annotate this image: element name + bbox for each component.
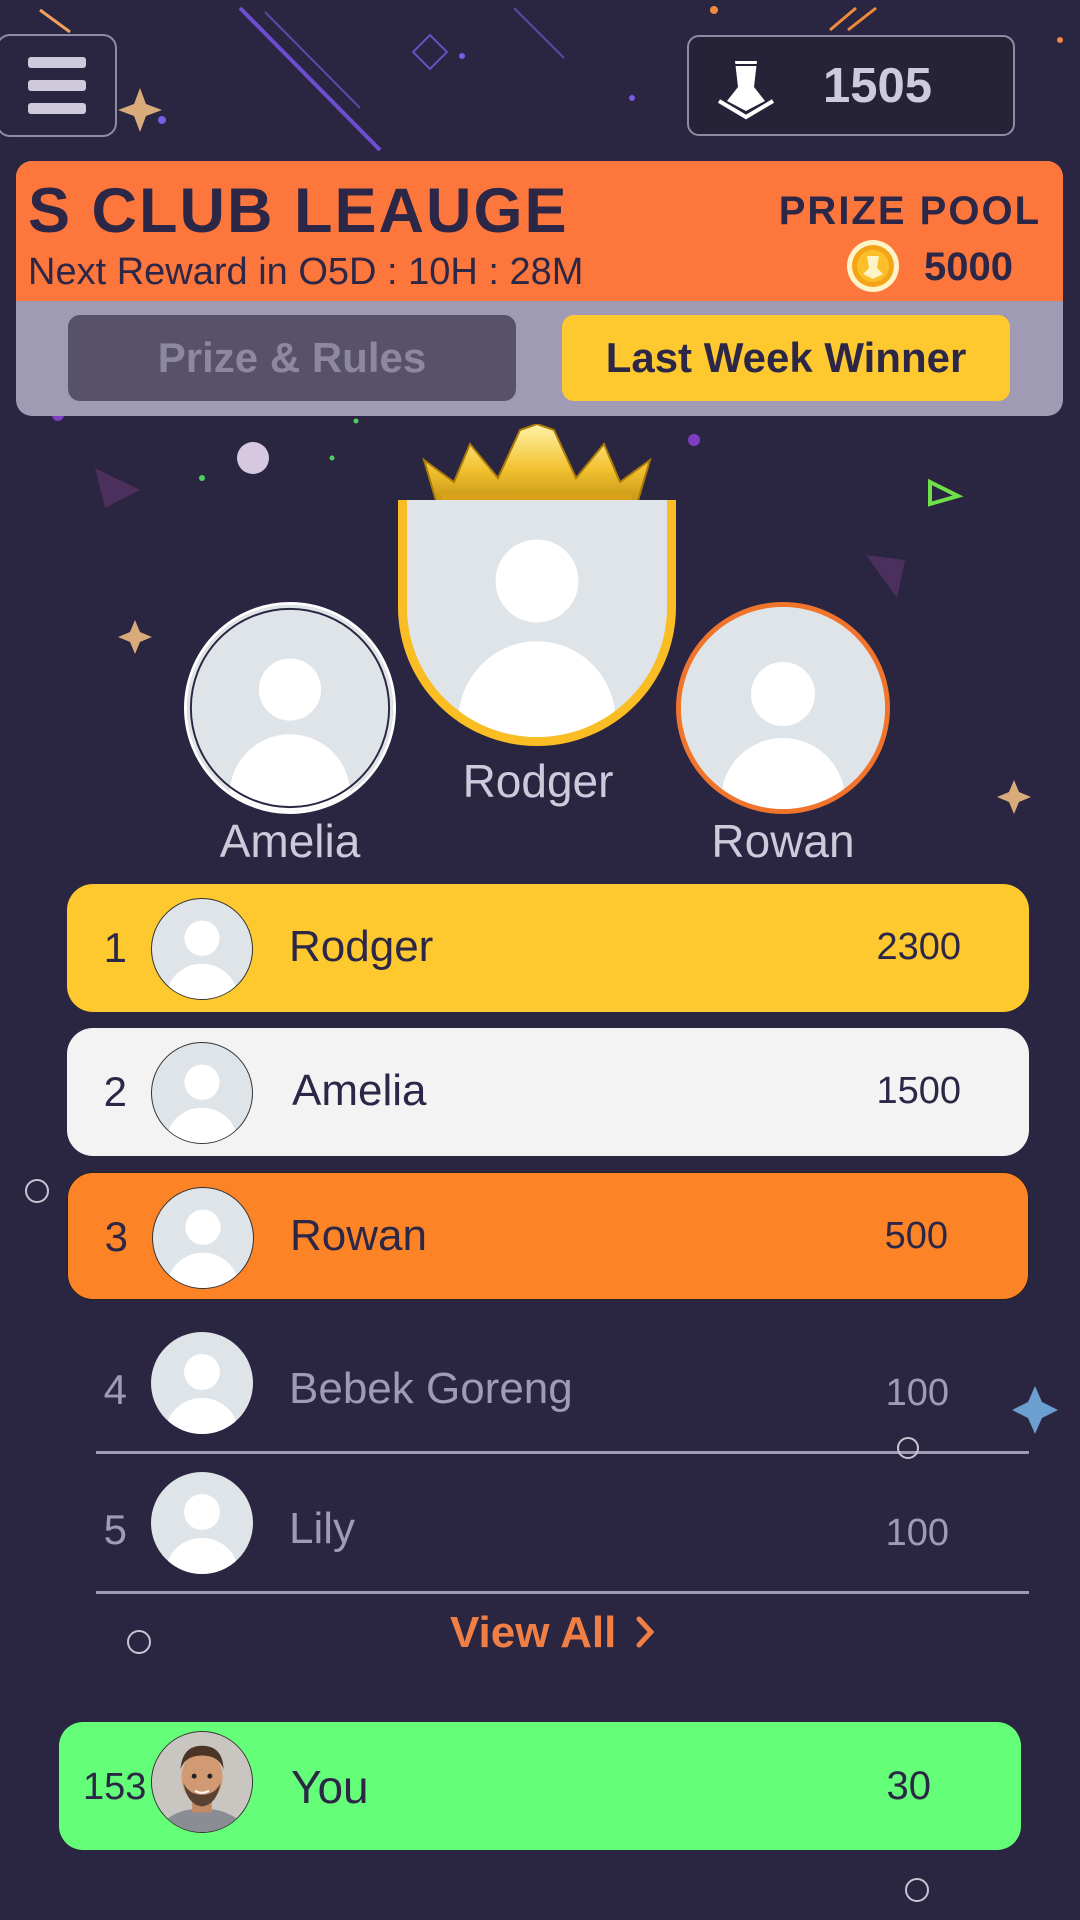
prize-rules-button[interactable]: Prize & Rules [68,315,516,401]
coin-balance-value: 1505 [823,58,933,113]
current-user-score: 30 [886,1764,932,1808]
row-score: 100 [885,1372,949,1414]
chess-piece-icon [717,60,775,119]
row-score: 1500 [876,1070,961,1112]
user-avatar-icon [151,898,253,1000]
league-title: S CLUB LEAUGE [28,176,569,246]
user-avatar-icon [151,1042,253,1144]
row-name: Lily [289,1504,356,1553]
prize-pool-label: PRIZE POOL [778,189,1041,233]
leaderboard-row-5[interactable]: 5 Lily 100 [96,1464,1029,1594]
current-user-name: You [291,1761,369,1813]
podium-third-name: Rowan [711,815,855,867]
coin-icon [847,240,899,292]
podium-second-name: Amelia [219,815,361,867]
row-name: Amelia [292,1066,427,1115]
current-user-rank: 153 [83,1766,147,1808]
chevron-right-icon [636,1616,654,1648]
next-reward-timer: Next Reward in O5D : 10H : 28M [28,251,584,293]
podium-second-avatar[interactable] [184,602,396,814]
league-header: S CLUB LEAUGE Next Reward in O5D : 10H :… [16,161,1063,416]
leaderboard-row-3[interactable]: 3 Rowan 500 [67,1172,1029,1300]
row-rank: 5 [103,1506,127,1553]
row-name: Rowan [290,1211,427,1260]
row-name: Rodger [289,922,434,971]
row-score: 500 [884,1215,948,1257]
row-rank: 1 [103,924,127,971]
user-avatar-icon [408,500,666,737]
row-rank: 4 [103,1366,127,1413]
user-avatar-icon [151,1472,253,1574]
current-user-row[interactable]: 153 You 30 [59,1722,1021,1850]
current-user-avatar [151,1731,253,1833]
row-rank: 3 [104,1213,128,1260]
podium-third-avatar[interactable] [676,602,890,814]
view-all-link[interactable]: View All [450,1608,657,1658]
row-name: Bebek Goreng [289,1364,573,1413]
last-week-winner-button[interactable]: Last Week Winner [562,315,1010,401]
podium-first-avatar[interactable] [398,500,676,746]
row-rank: 2 [103,1068,127,1115]
leaderboard-row-1[interactable]: 1 Rodger 2300 [67,884,1029,1012]
user-avatar-icon [681,607,885,809]
user-avatar-icon [152,1187,254,1289]
leaderboard-row-4[interactable]: 4 Bebek Goreng 100 [96,1324,1029,1454]
user-photo-icon [152,1732,252,1832]
user-avatar-icon [187,605,393,811]
user-avatar-icon [151,1332,253,1434]
leaderboard-row-2[interactable]: 2 Amelia 1500 [67,1028,1029,1156]
podium-first-name: Rodger [462,755,614,807]
menu-button[interactable] [0,34,117,137]
prize-pool-value: 5000 [924,245,1013,289]
row-score: 100 [885,1512,949,1554]
row-score: 2300 [876,926,961,968]
coin-balance[interactable]: 1505 [687,35,1015,136]
hamburger-menu-icon [27,57,86,68]
